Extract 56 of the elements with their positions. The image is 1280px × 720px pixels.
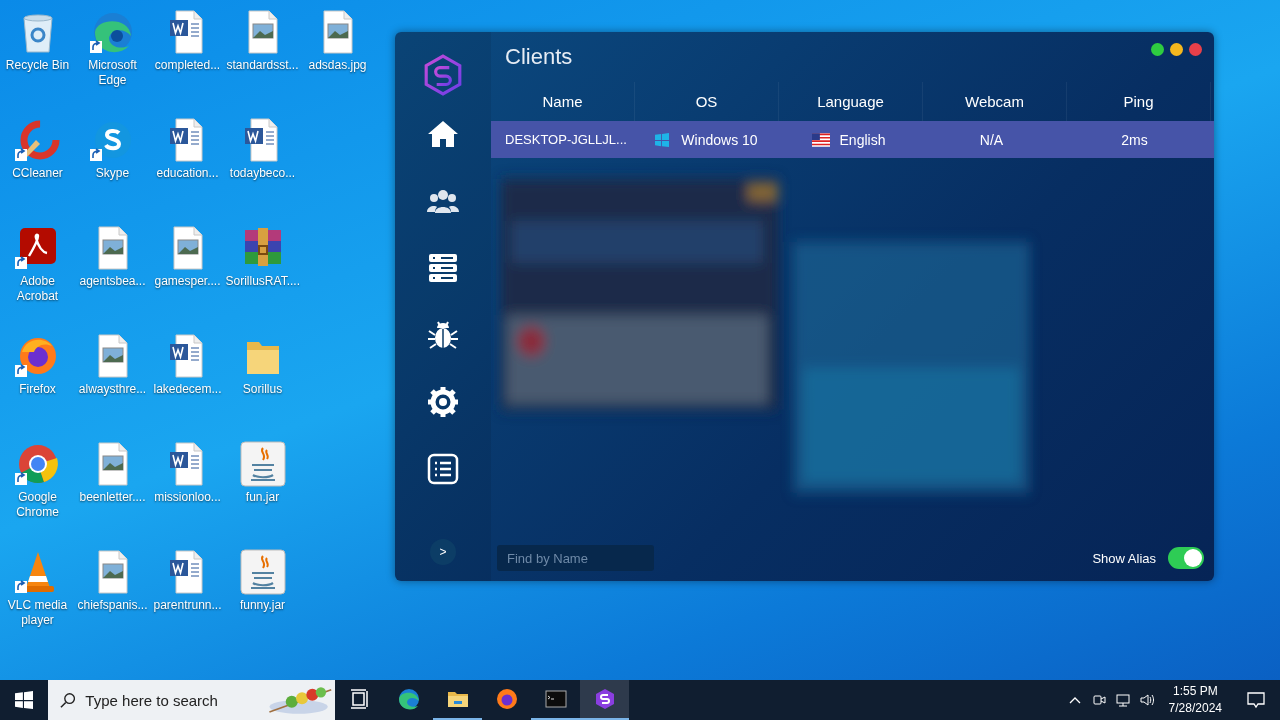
desktop-icon-label[interactable]: SorillusRAT.... — [225, 274, 300, 289]
window-control-dot[interactable] — [1151, 43, 1164, 56]
clock[interactable]: 1:55 PM 7/28/2024 — [1158, 683, 1232, 717]
date-text: 7/28/2024 — [1168, 700, 1222, 717]
taskbar-search-field[interactable]: Type here to search — [83, 690, 253, 710]
desktop-icon-label[interactable]: Adobe Acrobat — [0, 274, 75, 304]
desktop-icon-label[interactable]: Recycle Bin — [0, 58, 75, 73]
desktop-icon-label[interactable]: standardsst... — [225, 58, 300, 73]
hexagon-logo-icon — [422, 54, 464, 96]
window-control-dot[interactable] — [1170, 43, 1183, 56]
expand-sidebar-button[interactable]: > — [430, 539, 456, 565]
desktop-icon-label[interactable]: gamesper.... — [150, 274, 225, 289]
table-cell: N/A — [979, 131, 1004, 148]
toggle-label: Show Alias — [1092, 550, 1156, 566]
desktop-icon-label[interactable]: fun.jar — [225, 490, 300, 505]
desktop-icon-label[interactable]: completed... — [150, 58, 225, 73]
table-cell: Windows 10 — [681, 131, 758, 148]
desktop-icon-label[interactable]: chiefspanis... — [75, 598, 150, 613]
desktop-icon-label[interactable]: Sorillus — [225, 382, 300, 397]
search-field[interactable]: Find by Name — [497, 545, 654, 571]
windows-logo-icon — [653, 132, 672, 147]
sorillus-taskbar-icon[interactable] — [580, 680, 629, 720]
desktop-icon-label[interactable]: adsdas.jpg — [300, 58, 375, 73]
desktop-icon-label[interactable]: beenletter.... — [75, 490, 150, 505]
desktop-icon-label[interactable]: Microsoft Edge — [75, 58, 150, 88]
desktop-icon-label[interactable]: agentsbea... — [75, 274, 150, 289]
server-icon[interactable] — [427, 252, 459, 284]
window-control-dot[interactable] — [1189, 43, 1202, 56]
desktop-icon-label[interactable]: Firefox — [0, 382, 75, 397]
toggle-switch[interactable] — [1168, 547, 1204, 569]
bug-icon[interactable] — [427, 319, 459, 351]
table-cell: English — [839, 131, 886, 148]
time-text: 1:55 PM — [1172, 683, 1218, 700]
home-icon[interactable] — [427, 118, 459, 150]
desktop-icon-label[interactable]: Skype — [75, 166, 150, 181]
desktop-icon-label[interactable]: todaybeco... — [225, 166, 300, 181]
client-row[interactable]: DESKTOP-JGLLJL... Windows 10 English N/A 2ms — [491, 121, 1214, 158]
settings-icon[interactable] — [427, 386, 459, 418]
desktop-icon-label[interactable]: VLC media player — [0, 598, 75, 628]
desktop-icon-label[interactable]: Google Chrome — [0, 490, 75, 520]
jar-file-icon[interactable] — [238, 440, 287, 488]
desktop-icon-label[interactable]: missionloo... — [150, 490, 225, 505]
search-icon — [60, 691, 76, 709]
desktop-icon-label[interactable]: CCleaner — [0, 166, 75, 181]
desktop-icon-label[interactable]: alwaysthre... — [75, 382, 150, 397]
window-title: Clients — [505, 44, 573, 70]
flag-icon — [811, 132, 830, 147]
list-icon[interactable] — [427, 453, 459, 485]
table-cell: DESKTOP-JGLLJL... — [505, 132, 627, 147]
desktop-icon-label[interactable]: funny.jar — [225, 598, 300, 613]
search-box[interactable]: Type here to search — [48, 680, 335, 720]
desktop-icon-label[interactable]: education... — [150, 166, 225, 181]
table-cell: 2ms — [1121, 131, 1148, 148]
desktop-icon-label[interactable]: lakedecem... — [150, 382, 225, 397]
jar-file-icon[interactable] — [238, 548, 287, 596]
desktop-icon-label[interactable]: parentrunn... — [150, 598, 225, 613]
